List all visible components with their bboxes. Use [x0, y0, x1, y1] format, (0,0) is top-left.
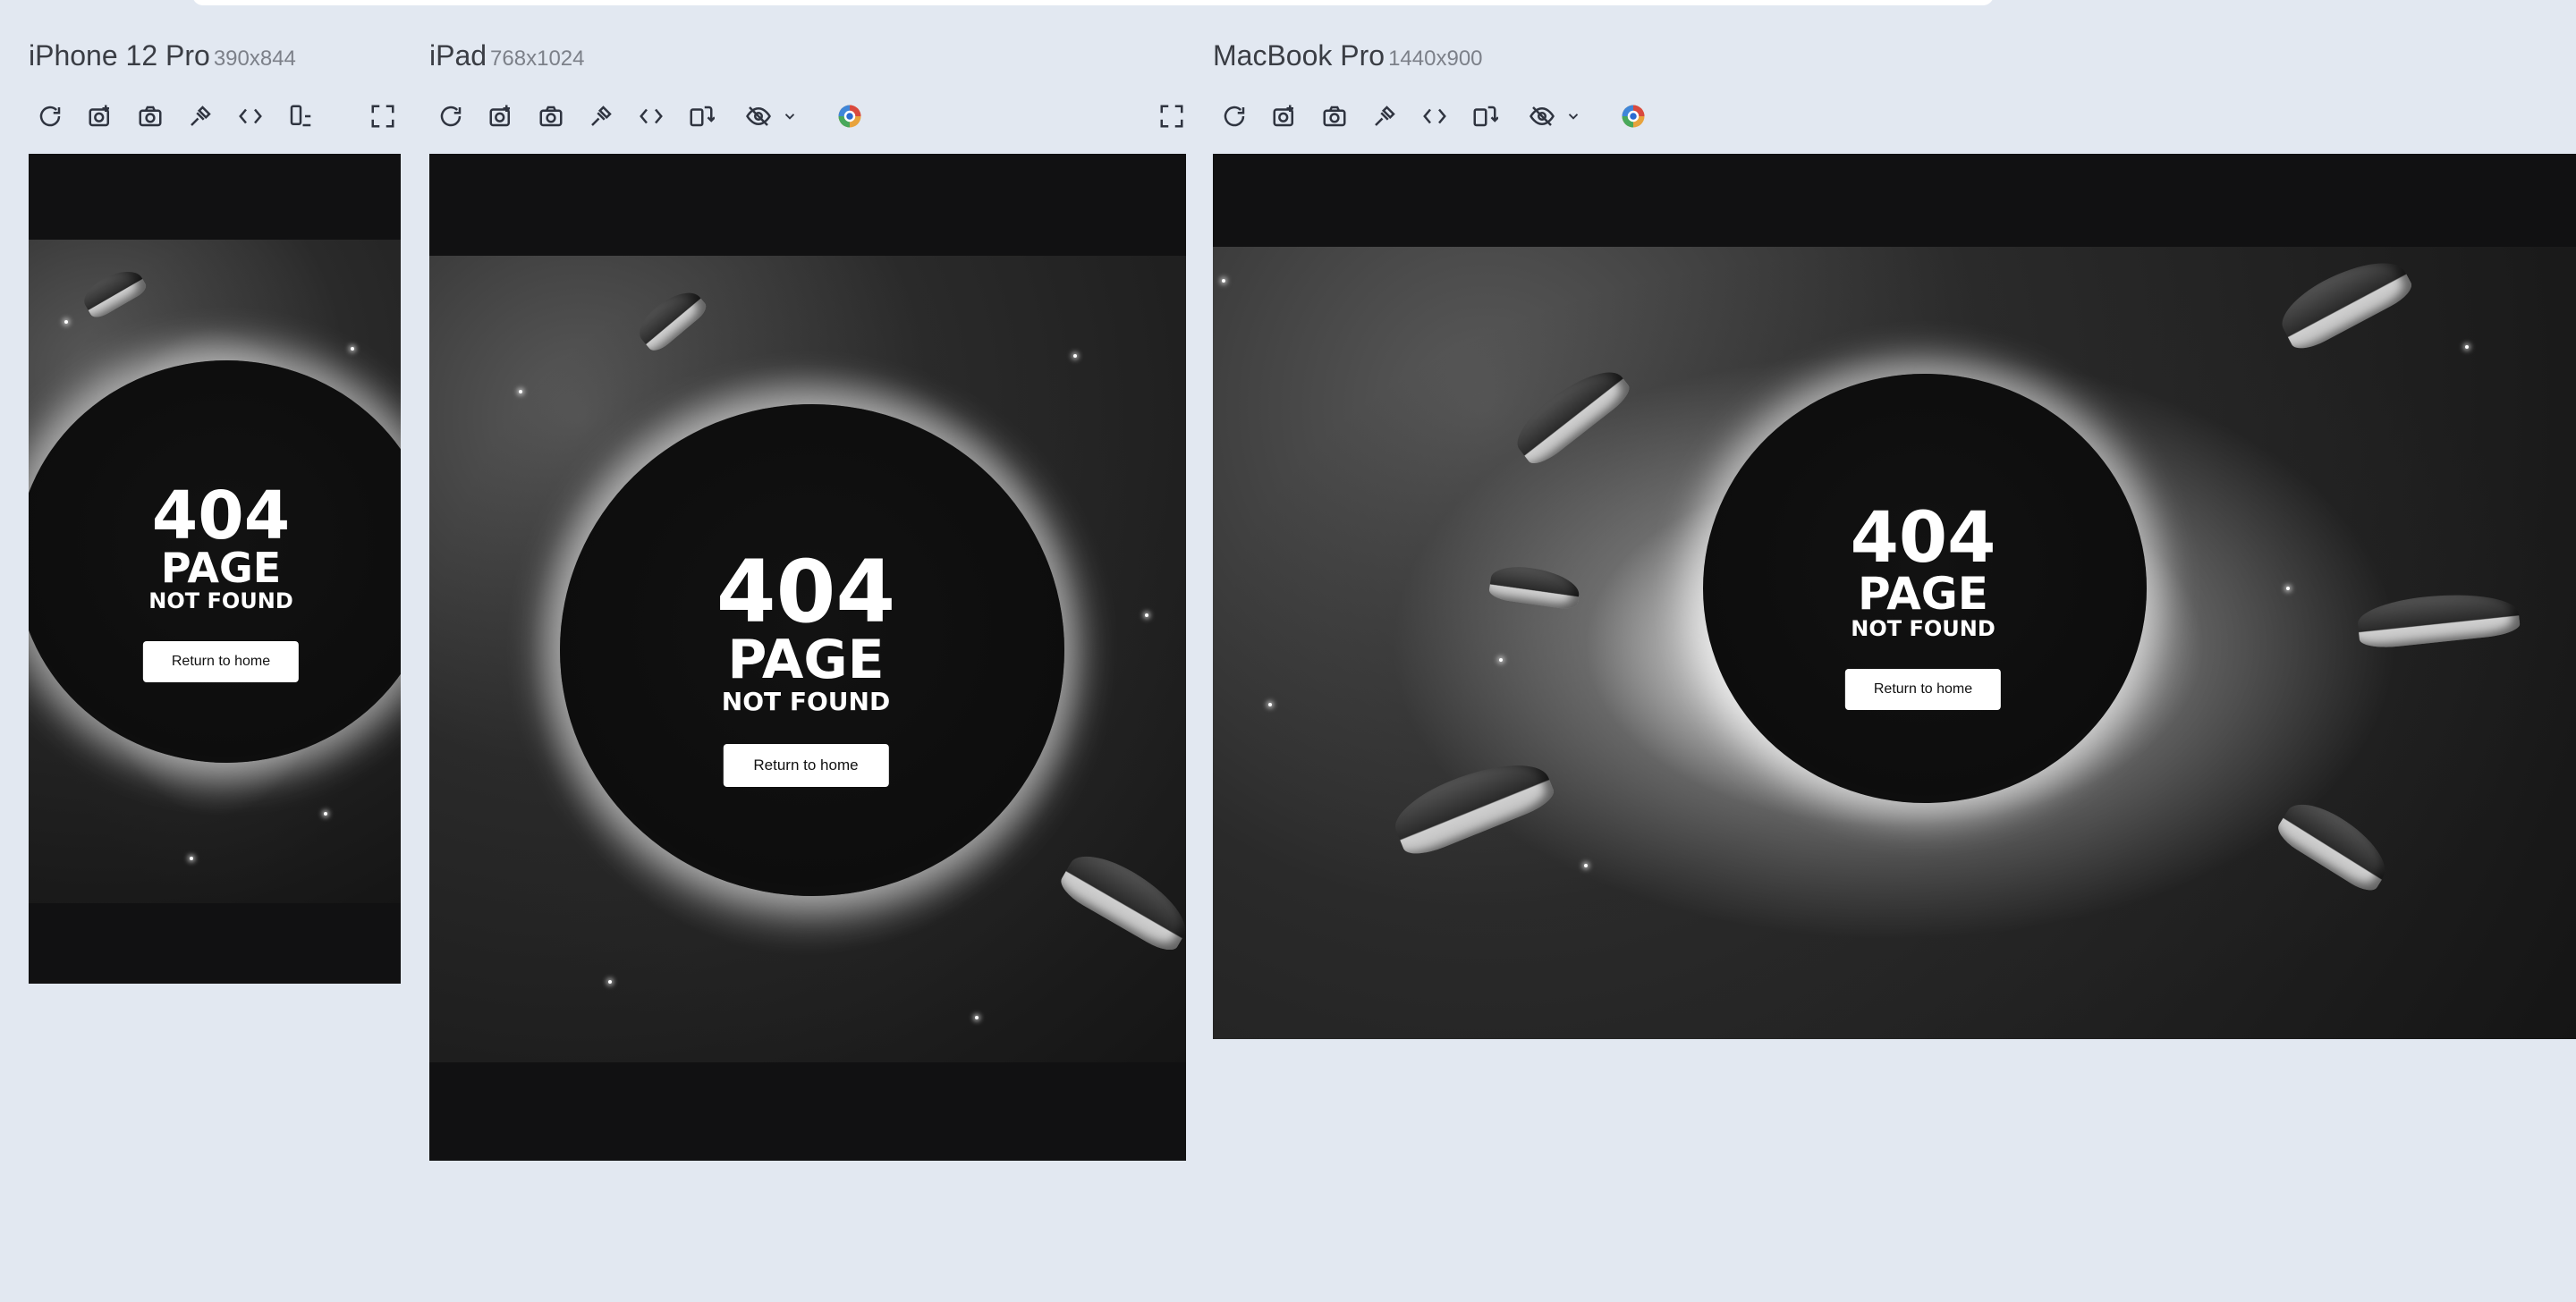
star [1222, 279, 1225, 283]
return-home-button[interactable]: Return to home [1844, 668, 2002, 710]
error-subtitle: NOT FOUND [1851, 616, 1996, 642]
device-size: 768x1024 [490, 46, 585, 71]
star [975, 1016, 979, 1019]
device-name: iPhone 12 Pro [29, 39, 210, 72]
code-icon[interactable] [633, 98, 669, 134]
refresh-icon[interactable] [1216, 98, 1252, 134]
rotate-device-icon[interactable] [1467, 98, 1503, 134]
device-toolbar [1160, 98, 2576, 134]
chevron-down-icon[interactable] [1563, 98, 1583, 134]
fullscreen-icon[interactable] [1154, 98, 1190, 134]
chevron-down-icon[interactable] [780, 98, 800, 134]
star [190, 857, 193, 860]
device-viewport: 404 PAGE NOT FOUND Return to home [29, 154, 401, 984]
error-title: PAGE [160, 544, 282, 593]
star [1145, 613, 1148, 617]
error-title: PAGE [727, 629, 885, 692]
return-home-button[interactable]: Return to home [142, 641, 300, 683]
star [351, 347, 354, 351]
camera-icon[interactable] [533, 98, 569, 134]
device-viewport: 404 PAGE NOT FOUND Return to home [1213, 154, 2576, 1039]
floating-sneaker [1506, 356, 1635, 470]
star [2286, 587, 2290, 590]
device-size: 1440x900 [1388, 46, 1483, 71]
error-message: 404 PAGE NOT FOUND Return to home [716, 542, 896, 787]
floating-sneaker [78, 261, 149, 322]
error-code: 404 [716, 542, 896, 642]
floating-sneaker [2273, 791, 2398, 897]
device-size: 390x844 [213, 46, 296, 71]
device-viewport: 404 PAGE NOT FOUND Return to home [429, 154, 1186, 1161]
screenshot-full-icon[interactable] [82, 98, 118, 134]
error-code: 404 [1850, 498, 1996, 579]
hide-icon[interactable] [741, 98, 776, 134]
device-name: iPad [429, 39, 487, 72]
code-icon[interactable] [233, 98, 268, 134]
star [1499, 658, 1503, 662]
hide-icon[interactable] [1524, 98, 1560, 134]
star [1584, 864, 1588, 867]
floating-sneaker [2355, 587, 2521, 651]
star [64, 320, 68, 324]
camera-icon[interactable] [132, 98, 168, 134]
color-picker-icon[interactable] [832, 98, 868, 134]
star [608, 980, 612, 984]
star [1073, 354, 1077, 358]
floating-sneaker [2272, 247, 2417, 356]
rotate-device-icon[interactable] [283, 98, 318, 134]
floating-sneaker [631, 281, 710, 356]
address-bar [192, 0, 1994, 5]
star [2465, 345, 2469, 349]
refresh-icon[interactable] [433, 98, 469, 134]
device-toolbar [29, 98, 401, 134]
screenshot-full-icon[interactable] [1267, 98, 1302, 134]
floating-sneaker [1386, 746, 1558, 862]
screenshot-full-icon[interactable] [483, 98, 519, 134]
pick-element-icon[interactable] [182, 98, 218, 134]
floating-sneaker [1055, 842, 1186, 957]
device-name: MacBook Pro [1213, 39, 1385, 72]
camera-icon[interactable] [1317, 98, 1352, 134]
star [519, 390, 522, 393]
rotate-device-icon[interactable] [683, 98, 719, 134]
error-message: 404 PAGE NOT FOUND Return to home [142, 478, 300, 683]
color-picker-icon[interactable] [1615, 98, 1651, 134]
device-header: MacBook Pro 1440x900 [1213, 39, 1483, 72]
error-message: 404 PAGE NOT FOUND Return to home [1844, 498, 2002, 710]
error-subtitle: NOT FOUND [721, 687, 891, 717]
device-header: iPhone 12 Pro 390x844 [29, 39, 296, 72]
star [1268, 703, 1272, 706]
return-home-button[interactable]: Return to home [723, 743, 889, 787]
device-header: iPad 768x1024 [429, 39, 584, 72]
error-subtitle: NOT FOUND [148, 588, 293, 614]
floating-sneaker [1487, 562, 1582, 611]
refresh-icon[interactable] [32, 98, 68, 134]
error-code: 404 [151, 478, 291, 554]
code-icon[interactable] [1417, 98, 1453, 134]
device-toolbar [429, 98, 1186, 134]
star [324, 812, 327, 816]
pick-element-icon[interactable] [583, 98, 619, 134]
error-title: PAGE [1858, 568, 1988, 621]
pick-element-icon[interactable] [1367, 98, 1402, 134]
fullscreen-icon[interactable] [365, 98, 401, 134]
